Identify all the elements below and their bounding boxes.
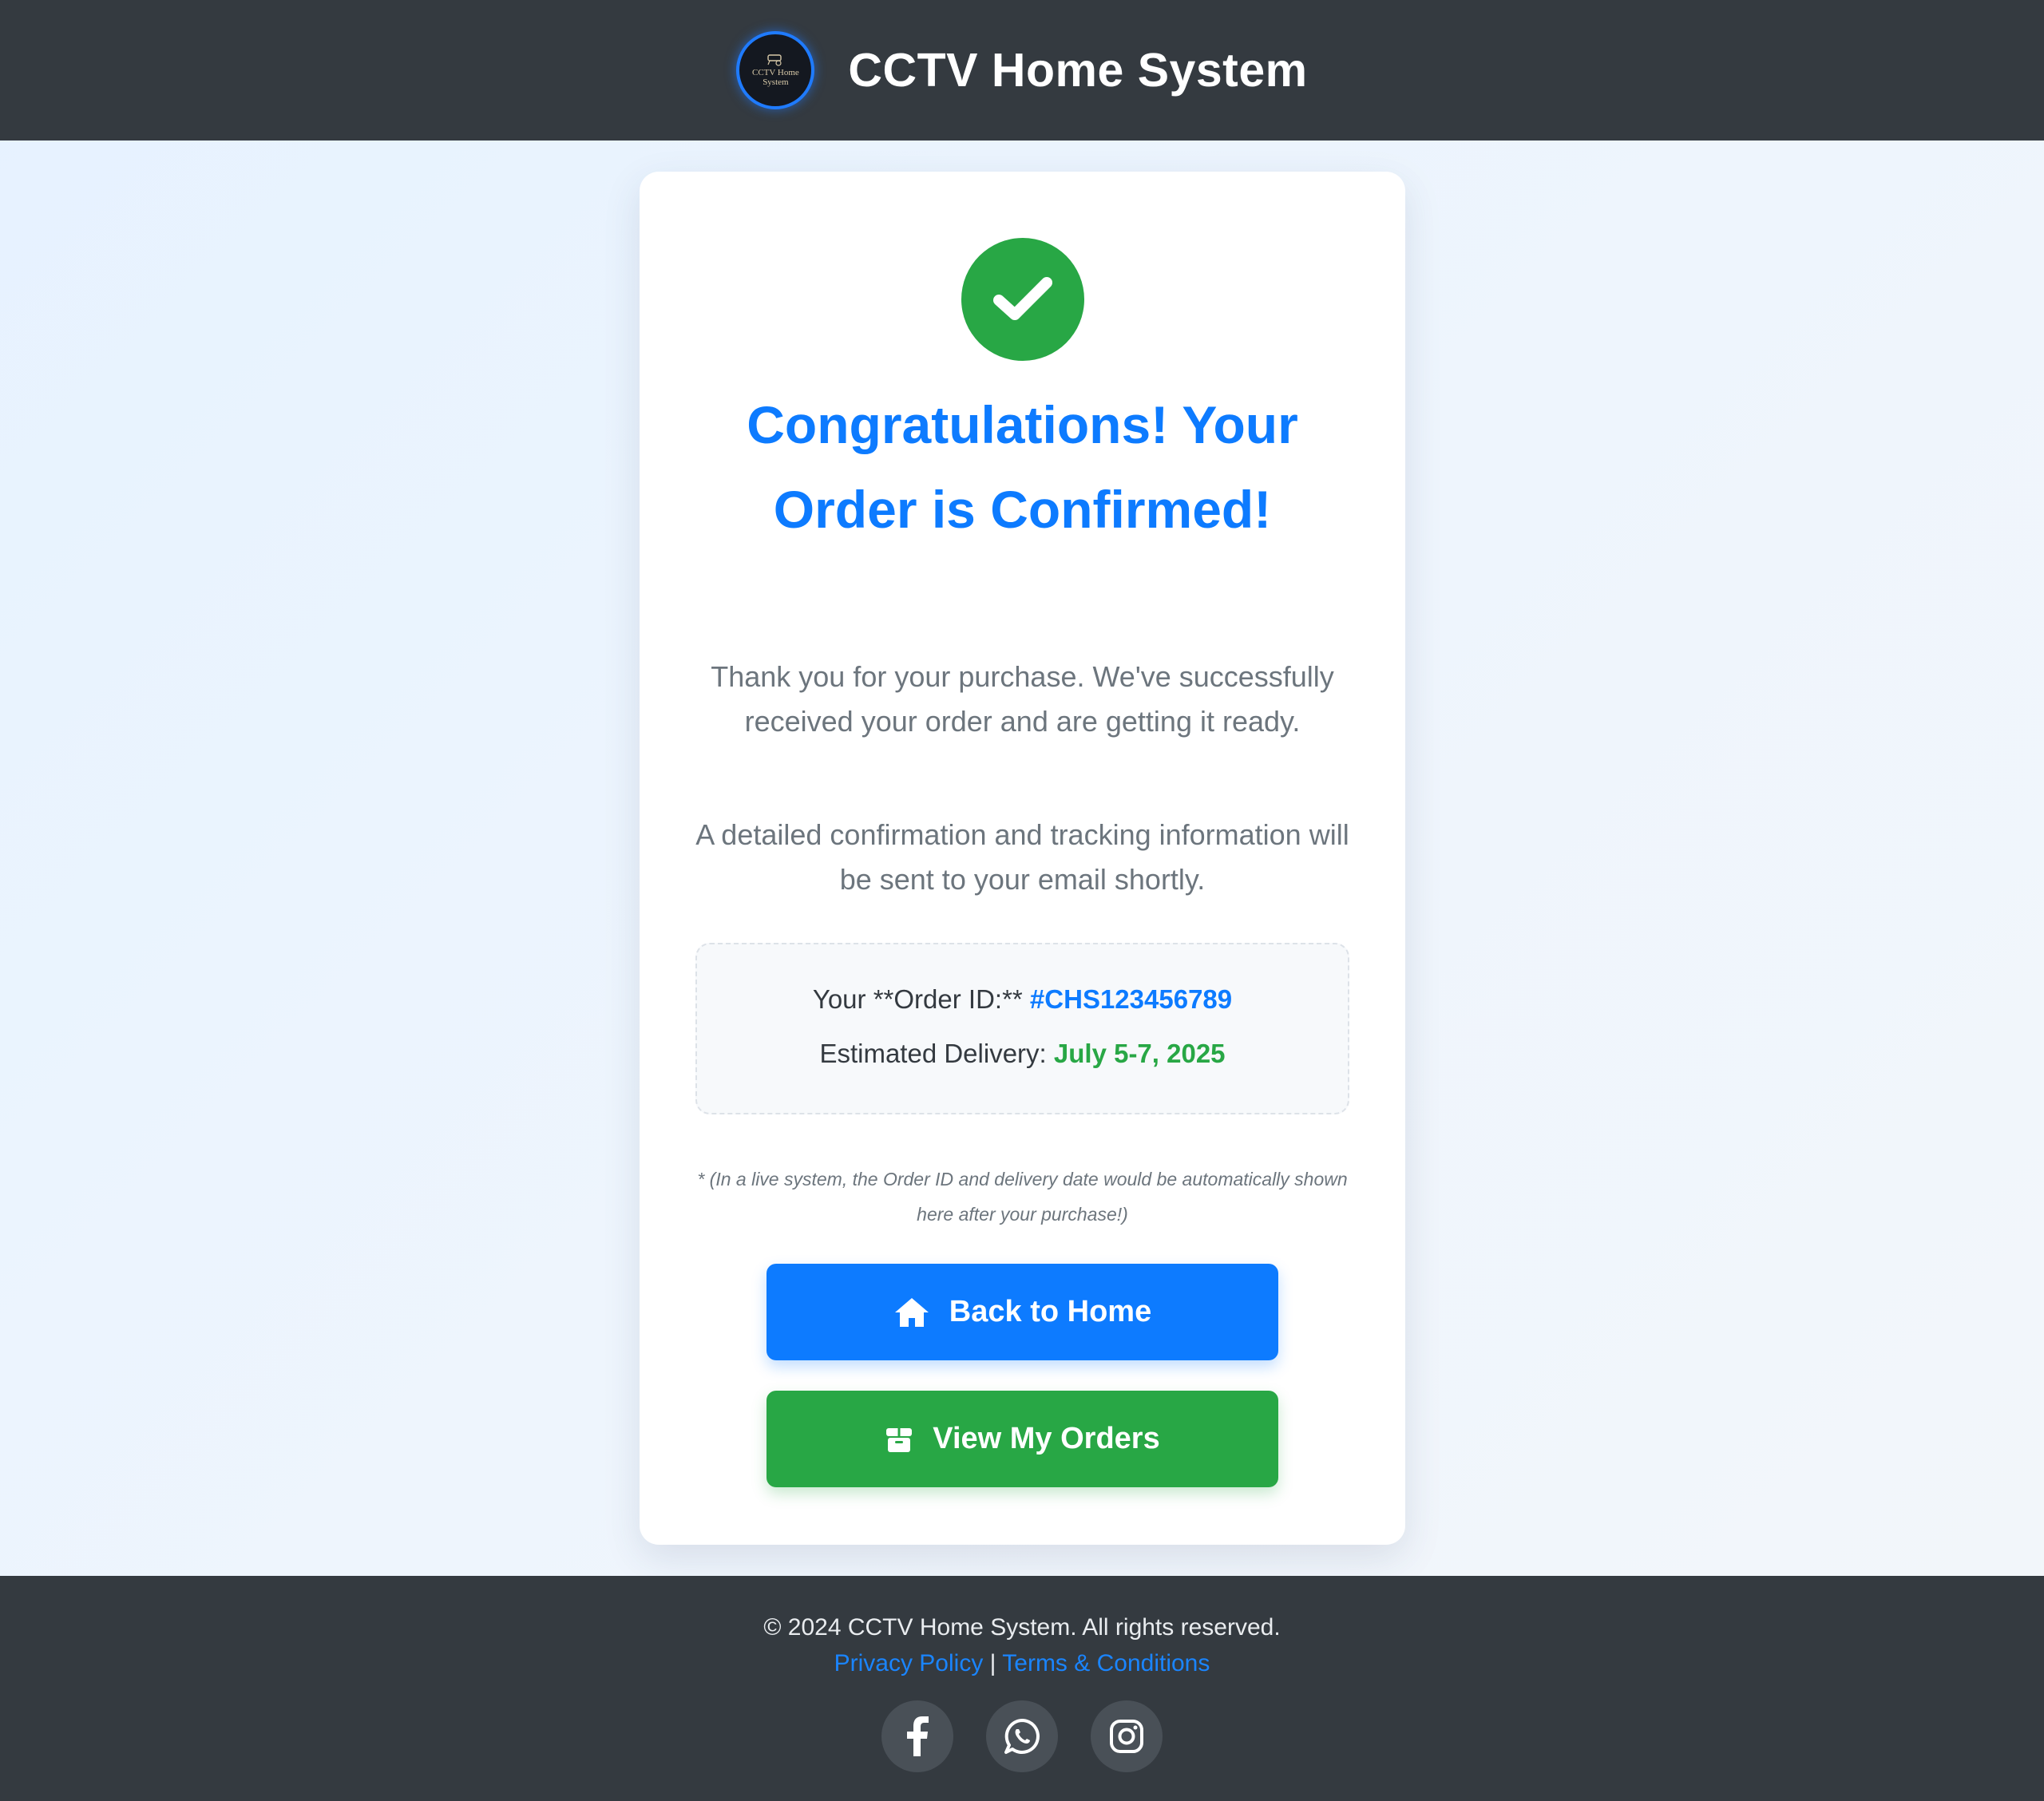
logo-text-line1: CCTV Home xyxy=(752,68,799,77)
box-icon xyxy=(885,1425,913,1454)
email-note: A detailed confirmation and tracking inf… xyxy=(695,818,1349,896)
view-my-orders-label: View My Orders xyxy=(933,1422,1160,1455)
confirmation-heading: Congratulations! Your Order is Confirmed… xyxy=(747,395,1298,539)
facebook-icon[interactable] xyxy=(881,1700,953,1772)
order-info-box: Your **Order ID:** #CHS123456789 Estimat… xyxy=(695,943,1349,1114)
disclaimer-note: * (In a live system, the Order ID and de… xyxy=(697,1169,1348,1225)
back-to-home-label: Back to Home xyxy=(949,1295,1152,1328)
order-id-value: #CHS123456789 xyxy=(1029,984,1233,1014)
thank-you-message: Thank you for your purchase. We've succe… xyxy=(711,660,1334,738)
camera-icon xyxy=(767,54,782,66)
terms-conditions-link[interactable]: Terms & Conditions xyxy=(1002,1650,1210,1676)
delivery-date: July 5-7, 2025 xyxy=(1053,1039,1226,1068)
copyright-text: © 2024 CCTV Home System. All rights rese… xyxy=(763,1614,1281,1641)
back-to-home-button[interactable]: Back to Home xyxy=(766,1264,1278,1360)
order-id-line: Your **Order ID:** #CHS123456789 xyxy=(697,984,1348,1015)
delivery-label: Estimated Delivery: xyxy=(819,1039,1047,1068)
site-logo[interactable]: CCTV Home System xyxy=(736,31,815,109)
logo-text-line2: System xyxy=(763,77,789,87)
order-id-label: Your **Order ID:** xyxy=(812,984,1023,1014)
delivery-line: Estimated Delivery: July 5-7, 2025 xyxy=(697,1039,1348,1069)
instagram-icon[interactable] xyxy=(1091,1700,1163,1772)
site-title: CCTV Home System xyxy=(848,44,1308,97)
site-footer: © 2024 CCTV Home System. All rights rese… xyxy=(0,1576,2044,1801)
site-header: CCTV Home System CCTV Home System xyxy=(0,0,2044,141)
social-links xyxy=(881,1700,1163,1774)
whatsapp-icon[interactable] xyxy=(986,1700,1058,1772)
footer-links: Privacy Policy | Terms & Conditions xyxy=(0,1650,2044,1677)
privacy-policy-link[interactable]: Privacy Policy xyxy=(834,1650,984,1676)
confirmation-card: Congratulations! Your Order is Confirmed… xyxy=(640,172,1405,1545)
view-my-orders-button[interactable]: View My Orders xyxy=(766,1391,1278,1487)
link-separator: | xyxy=(989,1650,996,1676)
success-check-icon xyxy=(961,238,1084,361)
home-icon xyxy=(893,1296,930,1328)
